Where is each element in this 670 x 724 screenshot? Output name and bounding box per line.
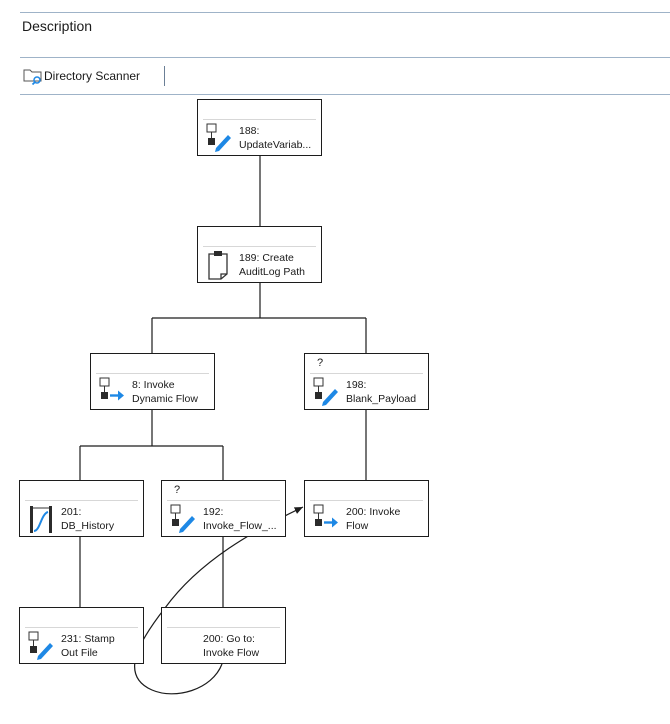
node-divider xyxy=(167,627,280,628)
node-flag: ? xyxy=(174,484,181,496)
node-label: 200: Go to: Invoke Flow xyxy=(203,633,260,659)
flow-node-231[interactable]: 231: Stamp Out File xyxy=(19,607,144,664)
flow-node-198[interactable]: ? 198: Blank_Payload xyxy=(304,353,429,410)
update-variable-icon xyxy=(170,504,196,534)
invoke-flow-icon xyxy=(313,504,339,534)
update-variable-icon xyxy=(28,631,54,661)
update-variable-icon xyxy=(313,377,339,407)
flow-node-201[interactable]: 201: DB_History xyxy=(19,480,144,537)
node-label: 188: UpdateVariab... xyxy=(239,125,312,151)
node-label: 192: Invoke_Flow_... xyxy=(203,506,277,532)
node-label: 8: Invoke Dynamic Flow xyxy=(132,379,198,405)
flow-node-200-goto[interactable]: 200: Go to: Invoke Flow xyxy=(161,607,286,664)
node-divider xyxy=(96,373,209,374)
node-label: 201: DB_History xyxy=(61,506,115,532)
node-divider xyxy=(25,500,138,501)
update-variable-icon xyxy=(206,123,232,153)
node-divider xyxy=(203,246,316,247)
node-label: 231: Stamp Out File xyxy=(61,633,115,659)
node-divider xyxy=(25,627,138,628)
clipboard-icon xyxy=(206,250,232,280)
node-divider xyxy=(203,119,316,120)
flow-node-8[interactable]: 8: Invoke Dynamic Flow xyxy=(90,353,215,410)
flow-node-189[interactable]: 189: Create AuditLog Path xyxy=(197,226,322,283)
node-label: 189: Create AuditLog Path xyxy=(239,252,305,278)
flow-node-188[interactable]: 188: UpdateVariab... xyxy=(197,99,322,156)
node-divider xyxy=(310,373,423,374)
db-history-icon xyxy=(28,504,54,534)
node-divider xyxy=(167,500,280,501)
flow-node-200[interactable]: 200: Invoke Flow xyxy=(304,480,429,537)
flow-node-192[interactable]: ? 192: Invoke_Flow_... xyxy=(161,480,286,537)
node-divider xyxy=(310,500,423,501)
node-flag: ? xyxy=(317,357,324,369)
invoke-flow-icon xyxy=(99,377,125,407)
node-label: 198: Blank_Payload xyxy=(346,379,417,405)
node-label: 200: Invoke Flow xyxy=(346,506,401,532)
